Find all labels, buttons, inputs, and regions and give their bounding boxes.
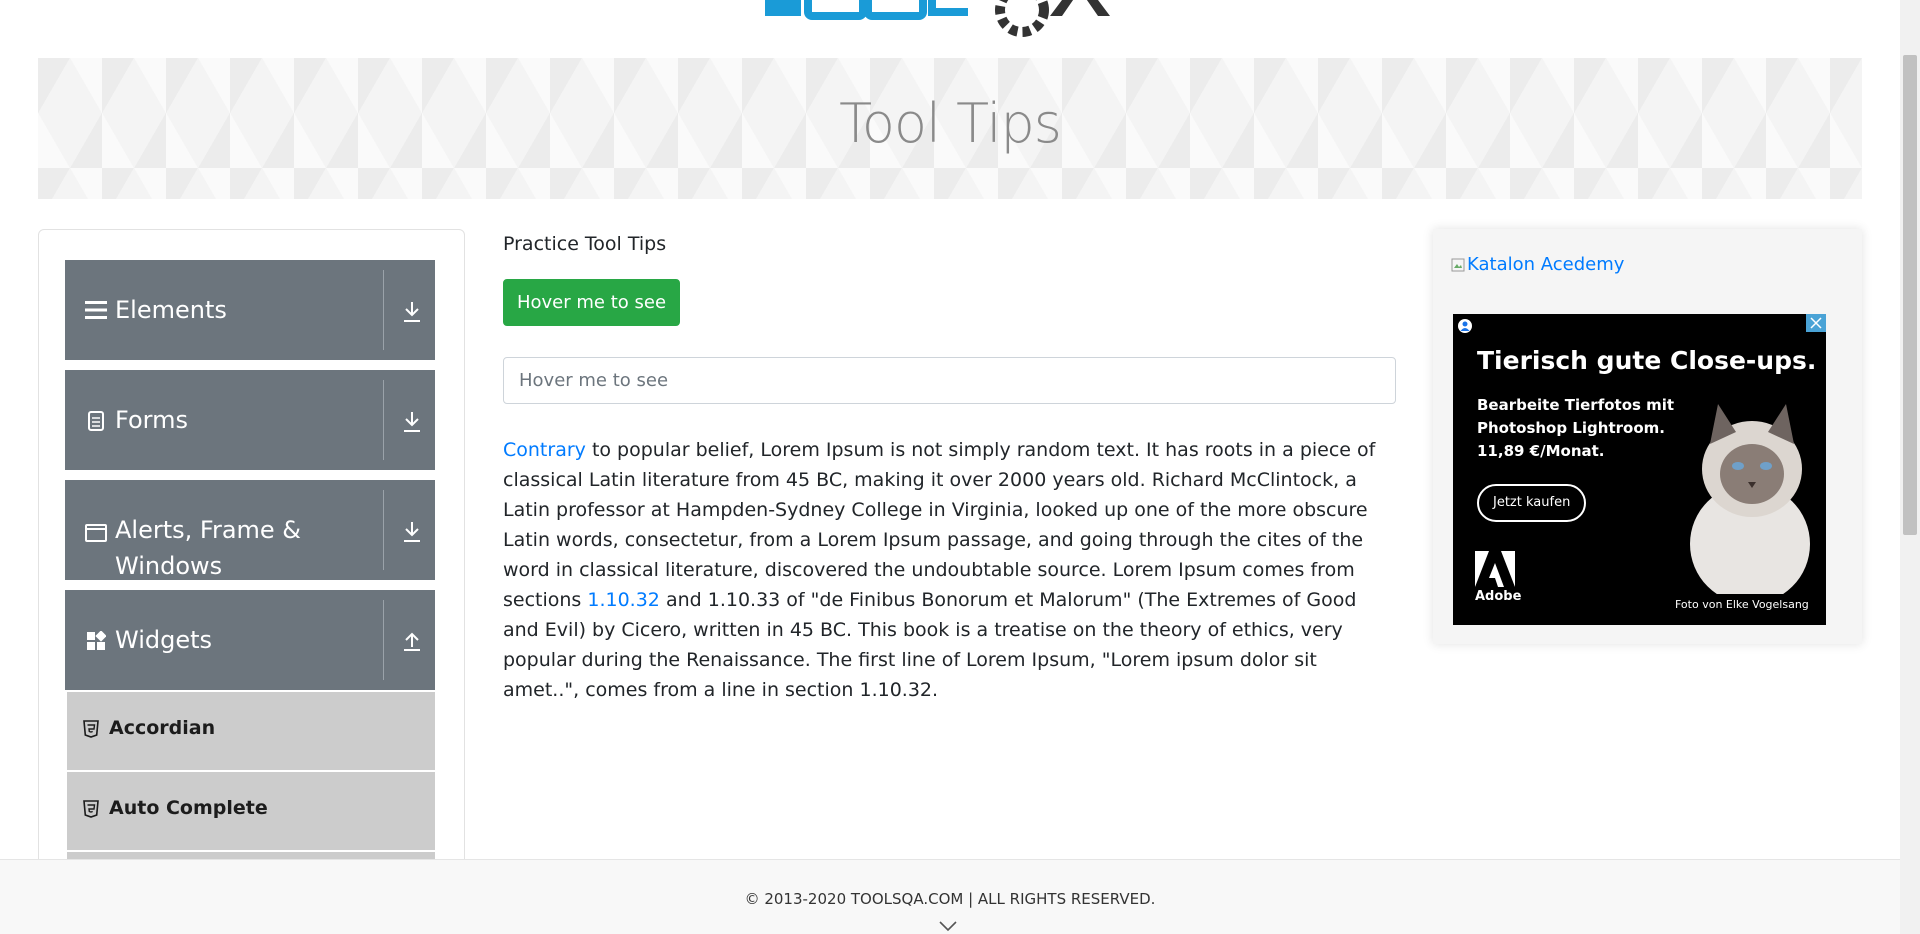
- contrary-link[interactable]: Contrary: [503, 439, 586, 461]
- ad-headline: Tierisch gute Close-ups.: [1477, 346, 1817, 375]
- sidebar-item-auto-complete[interactable]: Auto Complete: [67, 772, 435, 850]
- sidebar-group-label: Widgets: [115, 626, 213, 654]
- section-number-link[interactable]: 1.10.32: [587, 589, 660, 611]
- page-banner: Tool Tips: [38, 58, 1862, 199]
- html5-icon: [83, 800, 99, 818]
- page-title: Tool Tips: [839, 92, 1062, 155]
- copyright-text: © 2013-2020 TOOLSQA.COM | ALL RIGHTS RES…: [744, 890, 1156, 908]
- ad-panel: Katalon Acedemy Tierisch gute Close-ups.…: [1433, 229, 1862, 644]
- upload-arrow-icon[interactable]: [401, 628, 423, 652]
- paragraph-text: to popular belief, Lorem Ipsum is not si…: [503, 439, 1376, 611]
- divider: [383, 270, 384, 350]
- tooltip-text-paragraph: Contrary to popular belief, Lorem Ipsum …: [503, 435, 1396, 705]
- sidebar-item-label: Auto Complete: [109, 797, 268, 819]
- broken-ad-image-link[interactable]: Katalon Acedemy: [1451, 254, 1624, 275]
- sidebar-group-alerts-frame-windows[interactable]: Alerts, Frame & Windows: [65, 480, 435, 580]
- sidebar-group-widgets[interactable]: Widgets: [65, 590, 435, 690]
- html5-icon: [83, 720, 99, 738]
- ad-buy-button[interactable]: Jetzt kaufen: [1477, 484, 1587, 522]
- sidebar-item-accordian[interactable]: Accordian: [67, 692, 435, 770]
- sidebar-group-label-line2: Windows: [115, 552, 223, 580]
- footer: © 2013-2020 TOOLSQA.COM | ALL RIGHTS RES…: [0, 859, 1900, 934]
- hamburger-icon: [85, 299, 107, 321]
- ad-choices-icon[interactable]: [1457, 318, 1473, 334]
- ad-body-text: Bearbeite Tierfotos mit Photoshop Lightr…: [1477, 396, 1675, 460]
- hover-tooltip-input[interactable]: [503, 357, 1396, 404]
- window-icon: [85, 522, 107, 544]
- toolsqa-logo[interactable]: [760, 0, 1160, 46]
- sidebar-group-forms[interactable]: Forms: [65, 370, 435, 470]
- page: Tool Tips Elements Forms Alerts, Frame &: [0, 0, 1920, 934]
- chevron-down-icon[interactable]: [938, 920, 958, 932]
- broken-image-icon: [1451, 258, 1465, 271]
- ad-close-icon[interactable]: [1806, 314, 1826, 332]
- sidebar: Elements Forms Alerts, Frame & Windows W…: [38, 229, 465, 934]
- hover-tooltip-button[interactable]: Hover me to see: [503, 279, 680, 326]
- divider: [383, 490, 384, 570]
- download-arrow-icon[interactable]: [401, 520, 423, 544]
- sidebar-group-label-line1: Alerts, Frame &: [115, 516, 302, 544]
- page-scrollbar[interactable]: [1900, 0, 1920, 934]
- ad-photo-credit: Foto von Elke Vogelsang: [1675, 598, 1809, 611]
- cat-photo: [1690, 404, 1810, 594]
- download-arrow-icon[interactable]: [401, 300, 423, 324]
- widgets-icon: [85, 630, 107, 652]
- ad-brand: Adobe: [1475, 589, 1522, 604]
- adobe-logo-icon: [1475, 551, 1515, 587]
- broken-image-alt-text: Katalon Acedemy: [1467, 254, 1625, 275]
- sidebar-group-label: Forms: [115, 406, 188, 434]
- sidebar-item-label: Accordian: [109, 717, 216, 739]
- section-heading: Practice Tool Tips: [503, 233, 667, 255]
- scrollbar-thumb[interactable]: [1903, 55, 1917, 535]
- download-arrow-icon[interactable]: [401, 410, 423, 434]
- sidebar-group-label: Elements: [115, 296, 227, 324]
- document-icon: [85, 410, 107, 432]
- sidebar-group-elements[interactable]: Elements: [65, 260, 435, 360]
- divider: [383, 380, 384, 460]
- adobe-advertisement[interactable]: Tierisch gute Close-ups. Bearbeite Tierf…: [1453, 314, 1826, 625]
- divider: [383, 600, 384, 680]
